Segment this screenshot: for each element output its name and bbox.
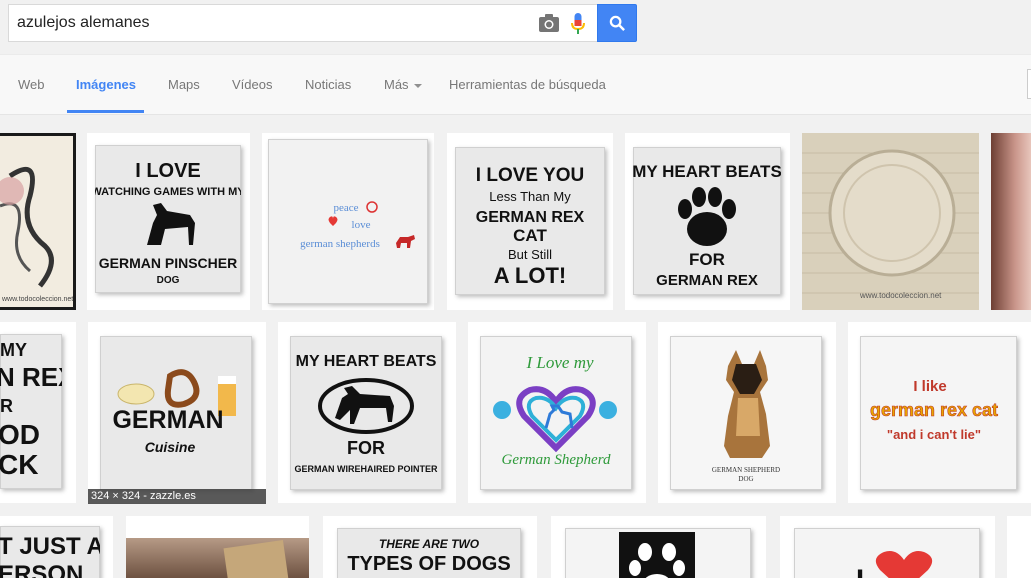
tile-text: But Still [508,247,552,262]
image-result[interactable]: THERE ARE TWO TYPES OF DOGS [323,516,537,578]
tile-text: GERMAN PINSCHER [99,255,237,271]
tab-more-label: Más [384,77,409,92]
tile-text: I LOVE YOU [476,165,584,186]
tab-news[interactable]: Noticias [305,77,351,92]
image-result[interactable]: I [780,516,995,578]
tile-text: WATCHING GAMES WITH MY [95,186,241,198]
image-result[interactable]: T JUST A ERSON [0,516,113,578]
search-button[interactable] [597,4,637,42]
peace-love-tile-image: peace love german shepherds [300,201,415,250]
tile-text: peace [333,202,358,214]
image-result[interactable] [991,133,1031,310]
active-tab-indicator [67,110,144,113]
image-result[interactable]: www.todocoleccion.net [802,133,979,310]
search-header [0,0,1031,54]
tab-images[interactable]: Imágenes [76,77,136,92]
paw-heart-tile-image: MY HEART BEATS FOR GERMAN REX [633,162,781,289]
tile-text: I like [913,378,946,395]
tile-text: MY [0,340,27,360]
tile-text: CAT [513,226,547,245]
german-rex-cat-tile-image: I like german rex cat "and i can't lie" [870,378,999,442]
tile-text: I LOVE [135,160,201,182]
german-shepherd-photo-tile-image: GERMAN SHEPHERD DOG [712,350,780,483]
image-result[interactable]: MY N REX R OD CK [0,322,76,503]
tile-text: N REX [0,362,62,392]
tile-text: "and i can't lie" [887,427,981,442]
tile-text: love [352,219,371,231]
tile-text: DOG [157,275,180,286]
german-cuisine-tile-image: GERMAN Cuisine [112,369,236,455]
tile-text: MY HEART BEATS [296,353,437,370]
search-tools-button[interactable]: Herramientas de búsqueda [449,77,606,92]
image-result[interactable]: GERMAN Cuisine [88,322,266,503]
image-result[interactable]: I like german rex cat "and i can't lie" [848,322,1031,503]
partial-german-rex-tile-image: MY N REX R OD CK [0,340,62,480]
tab-more[interactable]: Más [384,77,422,92]
watermark-text: www.todocoleccion.net [860,291,942,300]
tile-text: R [0,396,13,416]
chevron-down-icon [413,83,422,88]
search-icon [609,15,625,31]
tab-maps[interactable]: Maps [168,77,200,92]
search-box[interactable] [8,4,597,42]
tile-text: CK [0,449,38,480]
just-a-person-tile-image: T JUST A ERSON [0,533,100,578]
tile-text: I Love my [525,353,593,372]
tile-text: DOG [738,475,753,483]
image-result[interactable]: MY HEART BEATS FOR GERMAN WIREHAIRED POI… [278,322,456,503]
tile-text: THERE ARE TWO [379,537,480,551]
german-wirehaired-pointer-tile-image: MY HEART BEATS FOR GERMAN WIREHAIRED POI… [294,353,438,474]
tile-text: german rex cat [870,400,998,420]
types-of-dogs-tile-image: THERE ARE TWO TYPES OF DOGS [347,537,510,575]
tile-text: I [856,564,864,578]
tile-text: German Shepherd [501,452,611,468]
image-result[interactable] [1007,516,1031,578]
image-results: www.todocoleccion.net I LOVE WATCHING GA… [0,115,1031,578]
image-result[interactable]: I LOVE YOU Less Than My GERMAN REX CAT B… [447,133,613,310]
tab-videos[interactable]: Vídeos [232,77,272,92]
photo-thumbnail [991,133,1031,310]
image-result[interactable] [126,516,309,578]
german-pinscher-tile-image: I LOVE WATCHING GAMES WITH MY GERMAN PIN… [95,160,241,286]
tile-text: Cuisine [145,439,196,455]
tile-text: MY HEART BEATS [633,162,781,181]
settings-button-edge[interactable] [1027,69,1031,99]
watermark-text: www.todocoleccion.net [2,296,74,303]
tile-text: GERMAN REX [656,272,758,289]
image-result[interactable] [551,516,766,578]
tile-text: Less Than My [489,189,571,204]
tile-text: OD [0,419,40,450]
tile-text: GERMAN [112,406,223,434]
paw-print-tile-image [619,532,695,578]
image-result[interactable]: MY HEART BEATS FOR GERMAN REX [625,133,790,310]
tile-text: GERMAN SHEPHERD [712,466,780,474]
art-nouveau-tile-image [0,166,54,288]
image-size-caption: 324 × 324 - zazzle.es [88,489,266,504]
image-result[interactable]: www.todocoleccion.net [0,133,76,310]
tile-text: ERSON [0,561,83,578]
microphone-icon[interactable] [571,13,585,35]
image-result[interactable]: peace love german shepherds [262,133,434,310]
search-input[interactable] [17,5,527,41]
tab-web[interactable]: Web [18,77,45,92]
search-tabs: Web Imágenes Maps Vídeos Noticias Más He… [0,54,1031,115]
image-result[interactable]: I Love my German Shepherd [468,322,646,503]
embossed-tile-image [802,133,979,310]
tile-text: GERMAN REX [476,209,585,226]
tile-text: T JUST A [0,533,100,560]
tile-text: A LOT! [494,263,567,288]
i-heart-tile-image: I [856,551,933,578]
tile-text: TYPES OF DOGS [347,553,510,575]
camera-icon[interactable] [539,14,559,32]
love-german-shepherd-tile-image: I Love my German Shepherd [493,353,617,468]
image-result[interactable]: I LOVE WATCHING GAMES WITH MY GERMAN PIN… [87,133,250,310]
tile-text: german shepherds [300,238,380,250]
tile-text: FOR [347,438,385,458]
image-result[interactable]: GERMAN SHEPHERD DOG [658,322,836,503]
photo-thumbnail [126,538,309,578]
tile-text: GERMAN WIREHAIRED POINTER [294,464,438,474]
tile-text: FOR [689,250,725,269]
german-rex-love-tile-image: I LOVE YOU Less Than My GERMAN REX CAT B… [476,165,585,288]
